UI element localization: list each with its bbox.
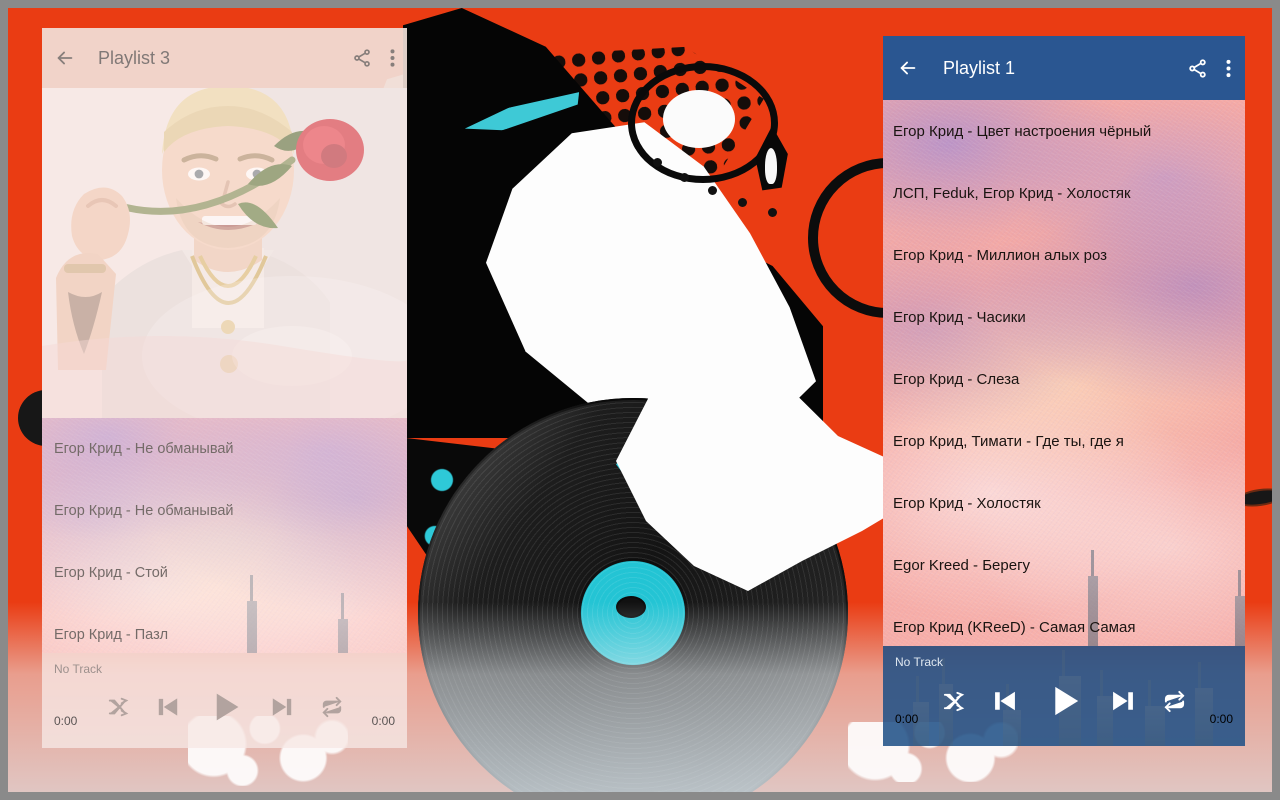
track-row[interactable]: Егор Крид (KReeD) - Самая Самая: [883, 596, 1245, 646]
appbar-left: Playlist 3: [42, 28, 407, 88]
track-row[interactable]: Егор Крид - Слеза: [883, 348, 1245, 410]
track-title: Егор Крид - Холостяк: [893, 494, 1041, 512]
appbar-right: Playlist 1: [883, 36, 1245, 100]
track-row[interactable]: ЛСП, Feduk, Егор Крид - Холостяк: [883, 162, 1245, 224]
track-title: Егор Крид, Тимати - Где ты, где я: [893, 432, 1124, 450]
now-playing-right: No Track: [895, 655, 944, 669]
playlist-panel-left: Playlist 3 Егор Крид - Не обманывай Егор…: [42, 28, 407, 748]
appbar-title-right: Playlist 1: [943, 57, 1016, 78]
track-row[interactable]: Егор Крид, Тимати - Где ты, где я: [883, 410, 1245, 472]
track-row[interactable]: Егор Крид - Стой: [42, 542, 407, 604]
track-title: Егор Крид - Пазл: [54, 627, 169, 643]
playlist-panel-right: Playlist 1 Егор Крид - Цвет настроения ч…: [883, 36, 1245, 746]
track-title: Egor Kreed - Берегу: [893, 556, 1031, 574]
duration-time-left: 0:00: [371, 714, 395, 728]
track-title: Егор Крид - Не обманывай: [54, 441, 234, 457]
shuffle-icon[interactable]: [107, 696, 129, 718]
player-bar-right: No Track 0:00 0:00: [883, 646, 1245, 746]
share-icon[interactable]: [352, 48, 372, 68]
track-row[interactable]: Егор Крид - Не обманывай: [42, 480, 407, 542]
track-title: Егор Крид - Цвет настроения чёрный: [893, 122, 1152, 140]
play-icon[interactable]: [207, 689, 243, 725]
track-title: Егор Крид (KReeD) - Самая Самая: [893, 618, 1136, 636]
share-icon[interactable]: [1187, 58, 1208, 79]
appbar-actions-right: [1187, 58, 1231, 79]
artist-portrait: [42, 88, 407, 418]
previous-track-icon[interactable]: [155, 694, 181, 720]
track-row[interactable]: Егор Крид - Пазл: [42, 604, 407, 653]
track-rows-left: Егор Крид - Не обманывай Егор Крид - Не о…: [42, 418, 407, 653]
previous-track-icon[interactable]: [991, 687, 1019, 715]
back-arrow-icon[interactable]: [897, 57, 919, 79]
duration-time-right: 0:00: [1209, 712, 1233, 726]
player-controls-right: [883, 682, 1245, 720]
record-ring-label: [663, 90, 735, 148]
track-list-right: Егор Крид - Цвет настроения чёрный ЛСП, F…: [883, 100, 1245, 646]
halftone-dot: [680, 173, 689, 182]
next-track-icon[interactable]: [269, 694, 295, 720]
appbar-title-left: Playlist 3: [98, 47, 171, 68]
elapsed-time-left: 0:00: [54, 714, 78, 728]
halftone-dot: [653, 158, 662, 167]
track-title: Егор Крид - Не обманывай: [54, 503, 234, 519]
appbar-actions-left: [352, 48, 395, 68]
album-artwork-left: [42, 88, 407, 418]
track-title: Егор Крид - Миллион алых роз: [893, 246, 1108, 264]
now-playing-left: No Track: [54, 662, 103, 676]
track-row[interactable]: Егор Крид - Часики: [883, 286, 1245, 348]
track-row[interactable]: Егор Крид - Не обманывай: [42, 418, 407, 480]
repeat-icon[interactable]: [1163, 690, 1186, 713]
track-title: Егор Крид - Часики: [893, 308, 1026, 326]
player-bar-left: No Track 0:00 0:00: [42, 653, 407, 748]
track-rows-right: Егор Крид - Цвет настроения чёрный ЛСП, F…: [883, 100, 1245, 646]
track-row[interactable]: Егор Крид - Цвет настроения чёрный: [883, 100, 1245, 162]
track-row[interactable]: Егор Крид - Миллион алых роз: [883, 224, 1245, 286]
halftone-dot: [708, 186, 717, 195]
back-arrow-icon[interactable]: [54, 47, 76, 69]
flame-core: [765, 148, 777, 184]
player-controls-left: [42, 689, 407, 725]
track-row[interactable]: Егор Крид - Холостяк: [883, 472, 1245, 534]
next-track-icon[interactable]: [1109, 687, 1137, 715]
track-title: Егор Крид - Слеза: [893, 370, 1020, 388]
elapsed-time-right: 0:00: [895, 712, 919, 726]
halftone-dot: [738, 198, 747, 207]
app-frame: Playlist 3 Егор Крид - Не обманывай Егор…: [8, 8, 1272, 792]
track-title: Егор Крид - Стой: [54, 565, 168, 581]
halftone-dot: [768, 208, 777, 217]
repeat-icon[interactable]: [321, 696, 343, 718]
track-row[interactable]: Egor Kreed - Берегу: [883, 534, 1245, 596]
track-list-left: Егор Крид - Не обманывай Егор Крид - Не о…: [42, 418, 407, 653]
shuffle-icon[interactable]: [942, 690, 965, 713]
track-title: ЛСП, Feduk, Егор Крид - Холостяк: [893, 184, 1131, 202]
play-icon[interactable]: [1045, 682, 1083, 720]
more-options-icon[interactable]: [1226, 58, 1231, 79]
more-options-icon[interactable]: [390, 48, 395, 68]
